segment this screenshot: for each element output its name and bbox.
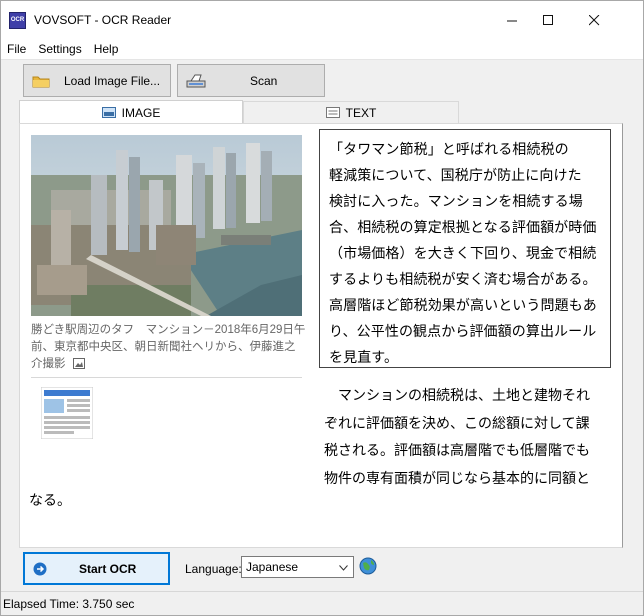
title-bar: OCR VOVSOFT - OCR Reader — [1, 1, 643, 39]
box-line: 高層階ほど節税効果が高いという問題もあ — [329, 297, 597, 313]
tab-image-label: IMAGE — [121, 105, 161, 120]
language-label: Language: — [185, 562, 242, 576]
load-image-label: Load Image File... — [64, 73, 161, 88]
scanner-icon — [186, 74, 206, 87]
language-select[interactable]: Japanese — [241, 556, 354, 578]
body-line: 税される。評価額は高層階でも低層階でも — [324, 442, 590, 458]
maximize-button[interactable] — [525, 1, 571, 39]
scan-label: Scan — [250, 73, 278, 88]
elapsed-time: Elapsed Time: 3.750 sec — [3, 596, 135, 611]
box-line: （市場価格）を大きく下回り、現金で相続 — [329, 245, 597, 261]
image-tab-icon — [101, 107, 116, 118]
globe-icon — [359, 557, 377, 575]
menu-file[interactable]: File — [1, 42, 32, 56]
box-line: 検討に入った。マンションを相続する場 — [329, 193, 583, 209]
image-icon — [72, 358, 85, 370]
menu-help[interactable]: Help — [88, 42, 125, 56]
menu-settings[interactable]: Settings — [32, 42, 87, 56]
divider — [31, 377, 302, 378]
text-tab-icon — [325, 107, 340, 118]
tab-strip: IMAGE TEXT — [19, 100, 623, 124]
chevron-down-icon — [339, 565, 348, 571]
start-ocr-label: Start OCR — [79, 561, 137, 576]
tab-image[interactable]: IMAGE — [19, 100, 243, 124]
box-line: 軽減策について、国税庁が防止に向けた — [329, 167, 582, 183]
app-logo-icon: OCR — [9, 11, 26, 29]
minimize-icon — [506, 20, 517, 21]
body-line: ぞれに評価額を決め、この総額に対して課 — [324, 414, 590, 431]
box-line: するよりも相続税が安く済む場合がある。 — [329, 271, 597, 287]
article-body-text: マンションの相続税は、土地と建物それ ぞれに評価額を決め、この総額に対して課 税… — [324, 382, 614, 492]
bottom-controls: Start OCR Language: Japanese — [19, 548, 623, 590]
photo-caption: 勝どき駅周辺のタフ マンション－2018年6月29日午前、東京都中央区、朝日新聞… — [31, 324, 306, 370]
box-line: 「タワマン節税」と呼ばれる相続税の — [329, 141, 569, 157]
document-thumbnail — [40, 386, 94, 440]
menu-bar: File Settings Help — [1, 39, 643, 60]
app-window: OCR VOVSOFT - OCR Reader File Settings H… — [0, 0, 644, 616]
close-button[interactable] — [571, 1, 617, 39]
city-photo — [31, 135, 302, 316]
body-line: 物件の専有面積が同じなら基本的に同額と — [324, 469, 590, 486]
language-value: Japanese — [246, 560, 299, 574]
toolbar: Load Image File... Scan — [1, 61, 643, 101]
box-line: り、公平性の観点から評価額の算出ルール — [329, 323, 597, 339]
scan-button[interactable]: Scan — [177, 64, 325, 97]
article-box-text: 「タワマン節税」と呼ばれる相続税の 軽減策について、国税庁が防止に向けた 検討に… — [319, 129, 611, 368]
tab-text-label: TEXT — [345, 105, 377, 120]
window-title: VOVSOFT - OCR Reader — [34, 13, 172, 27]
box-line: 合、相続税の算定根拠となる評価額が時価 — [329, 219, 597, 235]
tab-text[interactable]: TEXT — [243, 101, 459, 123]
image-preview-panel[interactable]: 勝どき駅周辺のタフ マンション－2018年6月29日午前、東京都中央区、朝日新聞… — [19, 123, 623, 548]
download-languages-button[interactable] — [359, 556, 377, 576]
load-image-button[interactable]: Load Image File... — [23, 64, 171, 97]
maximize-icon — [542, 14, 553, 25]
arrow-right-circle-icon — [33, 562, 47, 575]
article-body-tail: なる。 — [29, 492, 71, 508]
box-line: を見直す。 — [329, 349, 399, 365]
body-line: マンションの相続税は、土地と建物それ — [324, 387, 590, 403]
status-bar: Elapsed Time: 3.750 sec — [1, 591, 643, 615]
start-ocr-button[interactable]: Start OCR — [23, 552, 170, 585]
folder-icon — [32, 76, 50, 87]
close-icon — [588, 14, 599, 25]
